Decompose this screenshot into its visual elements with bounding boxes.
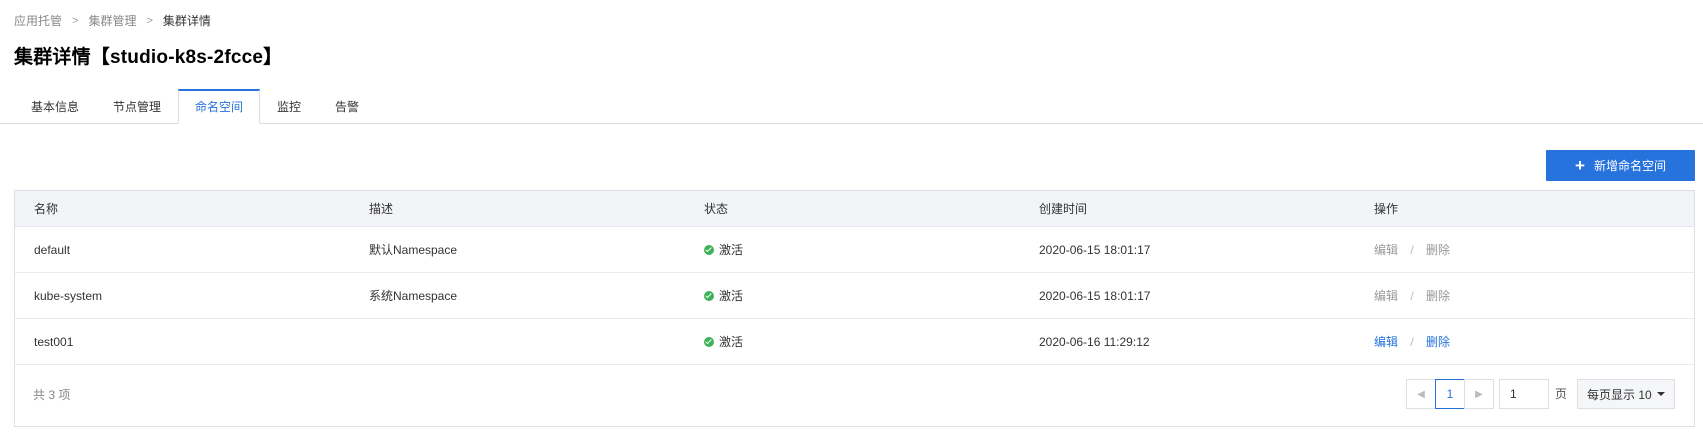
row-actions: 编辑 / 删除	[1374, 319, 1450, 365]
page-jump-input[interactable]	[1499, 379, 1549, 409]
delete-link[interactable]: 删除	[1426, 243, 1450, 257]
column-header-created: 创建时间	[1039, 202, 1088, 216]
add-namespace-label: 新增命名空间	[1593, 159, 1666, 173]
breadcrumb-cluster-detail: 集群详情	[162, 14, 211, 28]
status-badge: 激活	[704, 227, 743, 273]
breadcrumb-separator: >	[146, 14, 153, 27]
tab-node-management[interactable]: 节点管理	[96, 89, 178, 124]
status-badge: 激活	[704, 319, 743, 365]
edit-link[interactable]: 编辑	[1374, 335, 1398, 349]
status-label: 激活	[719, 289, 744, 303]
check-circle-icon	[704, 245, 714, 255]
column-header-name: 名称	[34, 202, 59, 216]
page-title: 集群详情【studio-k8s-2fcce】	[14, 47, 283, 68]
page-size-label: 每页显示 10	[1587, 387, 1652, 402]
caret-down-icon	[1656, 392, 1665, 396]
table-row: default 默认Namespace 激活 2020-06-15 18:01:…	[15, 227, 1694, 273]
tab-namespaces[interactable]: 命名空间	[178, 89, 260, 124]
row-actions: 编辑 / 删除	[1374, 227, 1450, 273]
check-circle-icon	[704, 291, 714, 301]
chevron-right-icon: ▶	[1475, 388, 1483, 400]
status-label: 激活	[719, 243, 744, 257]
namespace-name: default	[34, 243, 71, 257]
namespace-description: 系统Namespace	[369, 289, 458, 303]
page-unit-label: 页	[1555, 387, 1568, 401]
tab-bar: 基本信息 节点管理 命名空间 监控 告警	[0, 89, 1703, 124]
row-actions: 编辑 / 删除	[1374, 273, 1450, 319]
created-time: 2020-06-16 11:29:12	[1039, 335, 1150, 349]
edit-link[interactable]: 编辑	[1374, 289, 1398, 303]
breadcrumb-cluster-management[interactable]: 集群管理	[88, 12, 136, 29]
table-header: 名称 描述 状态 创建时间 操作	[15, 191, 1694, 227]
pagination: ◀ 1 ▶ 页 每页显示 10	[15, 379, 1694, 409]
namespace-table: 名称 描述 状态 创建时间 操作 default 默认Namespace 激活 …	[14, 190, 1695, 427]
tab-monitoring[interactable]: 监控	[260, 89, 318, 124]
created-time: 2020-06-15 18:01:17	[1039, 289, 1151, 303]
namespace-description: 默认Namespace	[369, 243, 458, 257]
add-namespace-button[interactable]: + 新增命名空间	[1546, 150, 1695, 181]
tab-alerts[interactable]: 告警	[318, 89, 376, 124]
action-separator: /	[1410, 243, 1414, 257]
status-badge: 激活	[704, 273, 743, 319]
column-header-status: 状态	[704, 202, 729, 216]
edit-link[interactable]: 编辑	[1374, 243, 1398, 257]
page-number-button[interactable]: 1	[1435, 379, 1465, 409]
breadcrumb: 应用托管 > 集群管理 > 集群详情	[14, 12, 211, 29]
namespace-name: test001	[34, 335, 74, 349]
created-time: 2020-06-15 18:01:17	[1039, 243, 1151, 257]
column-header-actions: 操作	[1374, 202, 1399, 216]
action-separator: /	[1410, 335, 1414, 349]
chevron-left-icon: ◀	[1417, 388, 1425, 400]
status-label: 激活	[719, 335, 744, 349]
next-page-button[interactable]: ▶	[1464, 379, 1494, 409]
table-row: kube-system 系统Namespace 激活 2020-06-15 18…	[15, 273, 1694, 319]
column-header-description: 描述	[369, 202, 394, 216]
breadcrumb-separator: >	[72, 14, 79, 27]
delete-link[interactable]: 删除	[1426, 289, 1450, 303]
check-circle-icon	[704, 337, 714, 347]
tab-basic-info[interactable]: 基本信息	[14, 89, 96, 124]
table-row: test001 激活 2020-06-16 11:29:12 编辑 / 删除	[15, 319, 1694, 365]
namespace-name: kube-system	[34, 289, 103, 303]
table-footer: 共 3 项 ◀ 1 ▶ 页 每页显示 10	[15, 365, 1694, 425]
plus-icon: +	[1575, 156, 1585, 175]
action-separator: /	[1410, 289, 1414, 303]
breadcrumb-app-hosting[interactable]: 应用托管	[14, 12, 62, 29]
page-size-select[interactable]: 每页显示 10	[1577, 379, 1675, 409]
prev-page-button[interactable]: ◀	[1406, 379, 1436, 409]
delete-link[interactable]: 删除	[1426, 335, 1450, 349]
